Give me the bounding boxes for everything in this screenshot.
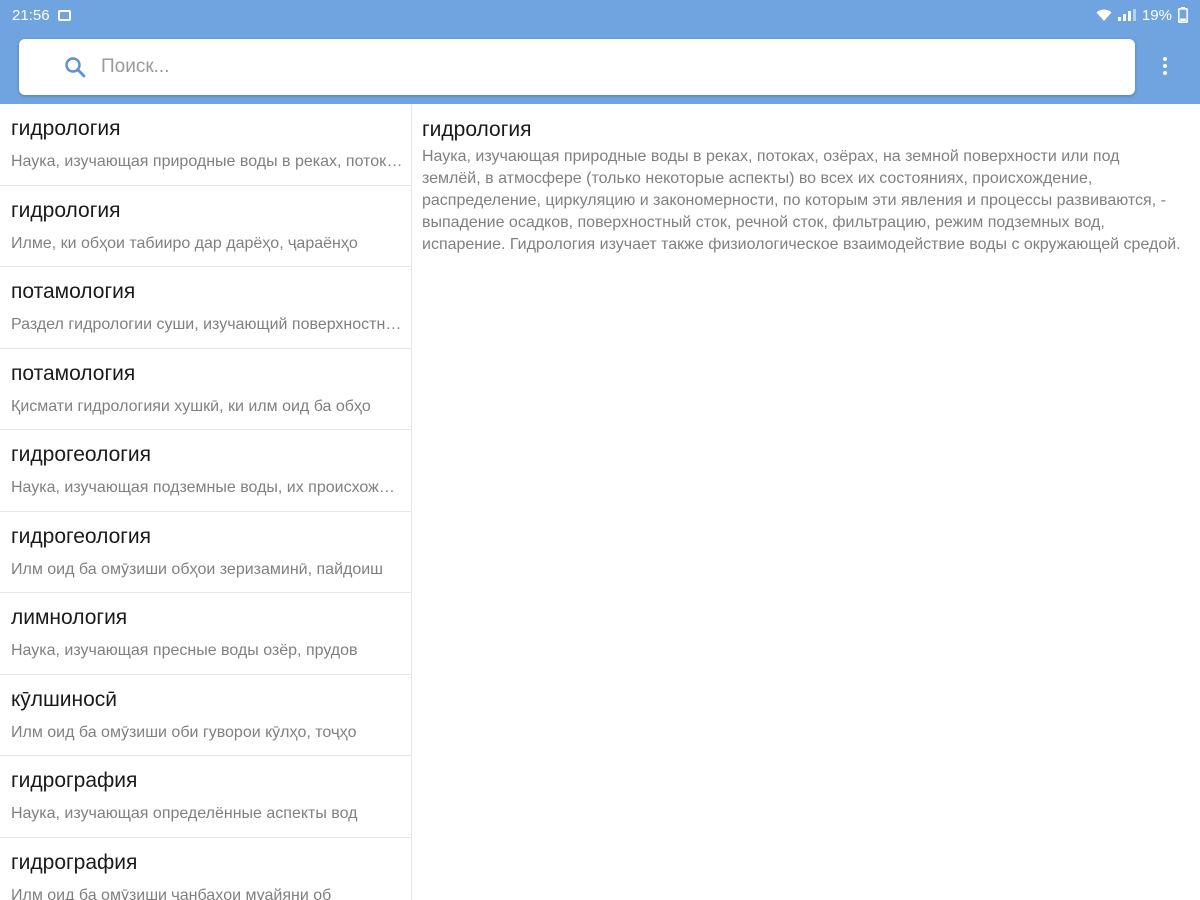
battery-level: 19% <box>1141 6 1172 24</box>
list-item[interactable]: потамология Қисмати гидрологияи хушкӣ, к… <box>0 349 411 430</box>
list-item-term: лимнология <box>11 606 128 629</box>
results-list[interactable]: гидрология Наука, изучающая природные во… <box>0 104 412 900</box>
list-item-snippet: Наука, изучающая определённые аспекты во… <box>11 805 358 822</box>
list-item-term: потамология <box>11 280 136 303</box>
image-icon <box>57 9 71 21</box>
list-item-snippet: Илме, ки обҳои табииро дар дарёҳо, ҷараё… <box>11 234 358 252</box>
list-item-snippet: Наука, изучающая пресные воды озёр, пруд… <box>11 642 358 659</box>
list-item[interactable]: лимнология Наука, изучающая пресные воды… <box>0 593 411 675</box>
battery-icon <box>1178 7 1188 23</box>
more-vert-icon[interactable] <box>1150 48 1180 84</box>
list-item[interactable]: кӯлшиносӣ Илм оид ба омӯзиши оби гуворои… <box>0 675 411 756</box>
list-item[interactable]: гидрогеология Наука, изучающая подземные… <box>0 430 411 512</box>
list-item-snippet: Наука, изучающая природные воды в реках,… <box>11 153 403 170</box>
status-bar: 21:56 19% <box>0 0 1200 30</box>
list-item[interactable]: гидрогеология Илм оид ба омӯзиши обҳои з… <box>0 512 411 593</box>
search-icon[interactable] <box>57 49 93 85</box>
app-header <box>0 30 1200 104</box>
list-item-term: гидрология <box>11 117 121 140</box>
status-time: 21:56 <box>12 6 50 24</box>
list-item-snippet: Илм оид ба омӯзиши оби гуворои кӯлҳо, то… <box>11 723 357 741</box>
list-item[interactable]: гидрография Наука, изучающая определённы… <box>0 756 411 838</box>
definition-panel: гидрология Наука, изучающая природные во… <box>412 104 1200 900</box>
list-item[interactable]: гидрология Наука, изучающая природные во… <box>0 104 411 186</box>
list-item-term: гидрология <box>11 198 121 222</box>
list-item-snippet: Раздел гидрологии суши, изучающий поверх… <box>11 316 403 333</box>
wifi-icon <box>1096 9 1112 21</box>
list-item-snippet: Наука, изучающая подземные воды, их прои… <box>11 479 403 496</box>
list-item[interactable]: потамология Раздел гидрологии суши, изуч… <box>0 267 411 349</box>
list-item[interactable]: гидрология Илме, ки обҳои табииро дар да… <box>0 186 411 267</box>
definition-body: Наука, изучающая природные воды в реках,… <box>422 148 1181 253</box>
definition-title: гидрология <box>422 118 532 141</box>
search-bar[interactable] <box>19 39 1135 95</box>
list-item-snippet: Илм оид ба омӯзиши ҷанбаҳои муайяни об <box>11 886 332 900</box>
list-item-snippet: Илм оид ба омӯзиши обҳои зеризаминӣ, пай… <box>11 560 384 578</box>
status-right: 19% <box>1096 7 1188 24</box>
signal-icon <box>1117 9 1136 21</box>
list-item-term: гидрография <box>11 769 138 792</box>
list-item-term: гидрогеология <box>11 524 152 548</box>
list-item-term: гидрография <box>11 850 138 874</box>
list-item-term: гидрогеология <box>11 443 152 466</box>
list-item-snippet: Қисмати гидрологияи хушкӣ, ки илм оид ба… <box>11 397 371 415</box>
list-item[interactable]: гидрография Илм оид ба омӯзиши ҷанбаҳои … <box>0 838 411 900</box>
list-item-term: кӯлшиносӣ <box>11 687 118 711</box>
list-item-term: потамология <box>11 361 136 385</box>
search-input[interactable] <box>99 55 1003 79</box>
